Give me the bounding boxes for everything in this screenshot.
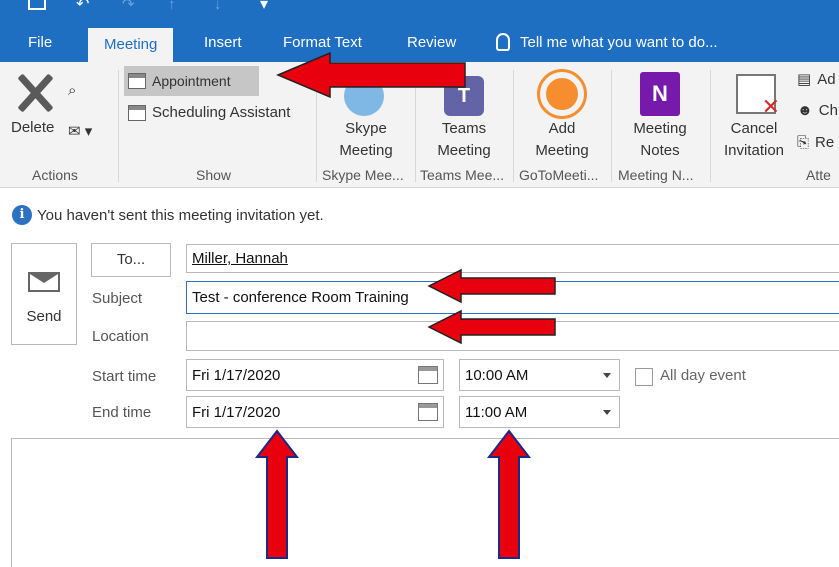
delete-button[interactable]: Delete <box>11 117 54 139</box>
response-icon: ⎘ <box>797 134 810 151</box>
quick-access-toolbar: ↶ ↷ ↑ ↓ ▾ <box>28 0 276 14</box>
send-label: Send <box>26 308 62 325</box>
annotation-arrow-left <box>427 309 556 345</box>
calendar-icon[interactable] <box>418 403 438 421</box>
group-label-show: Show <box>196 167 232 183</box>
divider <box>710 70 711 182</box>
info-bar: i You haven't sent this meeting invitati… <box>12 205 324 225</box>
people-icon: ☻ <box>797 102 813 119</box>
tab-file[interactable]: File <box>28 34 52 51</box>
address-book-button[interactable]: ▤ Ad <box>797 70 836 89</box>
annotation-arrow-up <box>254 429 300 559</box>
divider <box>611 70 612 182</box>
meeting-notes-button[interactable]: Meeting Notes <box>620 118 700 162</box>
location-label: Location <box>92 328 149 345</box>
end-time-select[interactable]: 11:00 AM <box>459 396 620 428</box>
annotation-arrow-up <box>486 429 532 559</box>
group-label-actions: Actions <box>32 167 78 183</box>
gotomeeting-icon[interactable] <box>540 72 584 116</box>
start-time-value: 10:00 AM <box>465 366 529 384</box>
down-arrow-icon[interactable]: ↓ <box>214 0 230 14</box>
delete-icon[interactable] <box>14 74 58 112</box>
scheduling-icon <box>128 104 146 121</box>
cancel-invitation-button[interactable]: Cancel Invitation <box>716 118 792 162</box>
group-label-attendees: Atte <box>806 167 831 183</box>
tab-format-text[interactable]: Format Text <box>283 34 362 51</box>
appointment-button[interactable]: Appointment <box>124 66 259 96</box>
appointment-label: Appointment <box>152 73 231 89</box>
annotation-arrow-left <box>427 268 556 304</box>
info-icon: i <box>12 205 32 225</box>
to-button[interactable]: To... <box>91 243 171 277</box>
start-date-picker[interactable]: Fri 1/17/2020 <box>186 359 444 391</box>
calendar-icon[interactable] <box>418 366 438 384</box>
send-envelope-icon <box>28 272 60 292</box>
customize-toolbar-icon[interactable]: ▾ <box>260 0 276 14</box>
onenote-icon[interactable]: N <box>640 72 680 116</box>
subject-value: Test - conference Room Training <box>192 289 409 306</box>
info-message: You haven't sent this meeting invitation… <box>37 206 324 224</box>
reply-envelope-icon[interactable]: ✉ ▾ <box>68 122 92 140</box>
save-icon[interactable] <box>28 0 46 10</box>
scheduling-assistant-button[interactable]: Scheduling Assistant <box>128 104 290 121</box>
teams-meeting-button[interactable]: Teams Meeting <box>424 118 504 162</box>
to-recipient[interactable]: Miller, Hannah <box>192 250 288 267</box>
undo-icon[interactable]: ↶ <box>76 0 92 14</box>
chevron-down-icon[interactable] <box>603 410 611 415</box>
start-time-select[interactable]: 10:00 AM <box>459 359 620 391</box>
group-label-gotomeeting: GoToMeeti... <box>519 167 599 183</box>
message-body[interactable] <box>11 438 839 567</box>
end-date-picker[interactable]: Fri 1/17/2020 <box>186 396 444 428</box>
calendar-search-icon[interactable]: ⌕ <box>68 82 76 99</box>
annotation-arrow-left <box>276 51 466 99</box>
divider <box>118 70 119 182</box>
send-button[interactable]: Send <box>11 243 77 345</box>
cancel-invitation-icon[interactable] <box>736 74 780 120</box>
tab-review[interactable]: Review <box>407 34 456 51</box>
divider <box>513 70 514 182</box>
group-label-teams: Teams Mee... <box>420 167 505 183</box>
group-label-skype: Skype Mee... <box>322 167 404 183</box>
subject-label: Subject <box>92 290 143 307</box>
tab-meeting[interactable]: Meeting <box>88 28 174 65</box>
skype-meeting-button[interactable]: Skype Meeting <box>326 118 406 162</box>
redo-icon[interactable]: ↷ <box>122 0 138 14</box>
lightbulb-icon <box>496 33 510 51</box>
all-day-label: All day event <box>660 367 746 384</box>
all-day-checkbox[interactable] <box>635 368 653 386</box>
address-book-icon: ▤ <box>797 71 812 88</box>
response-options-button[interactable]: ⎘ Re <box>797 134 834 151</box>
tell-me-search[interactable]: Tell me what you want to do... <box>520 34 718 51</box>
scheduling-label: Scheduling Assistant <box>152 104 291 121</box>
title-bar: ↶ ↷ ↑ ↓ ▾ <box>0 0 839 20</box>
calendar-icon <box>128 73 146 89</box>
end-date-value: Fri 1/17/2020 <box>192 403 281 421</box>
end-time-label: End time <box>92 404 152 421</box>
start-time-label: Start time <box>92 368 157 385</box>
tab-insert[interactable]: Insert <box>204 34 242 51</box>
check-names-button[interactable]: ☻ Ch <box>797 102 838 119</box>
chevron-down-icon[interactable] <box>603 373 611 378</box>
up-arrow-icon[interactable]: ↑ <box>168 0 184 14</box>
end-time-value: 11:00 AM <box>465 403 528 421</box>
group-label-meeting-notes: Meeting N... <box>618 167 694 183</box>
start-date-value: Fri 1/17/2020 <box>192 366 281 384</box>
add-meeting-button[interactable]: Add Meeting <box>522 118 602 162</box>
